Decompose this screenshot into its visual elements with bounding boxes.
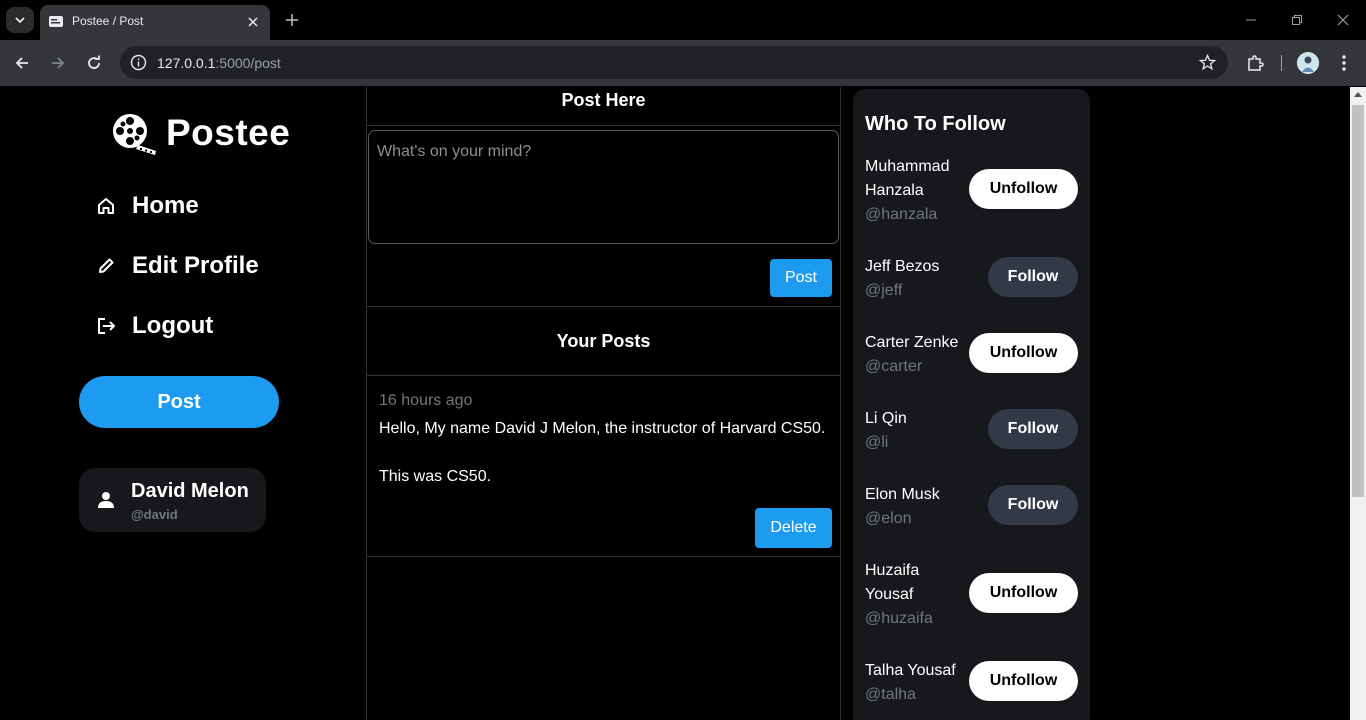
user-icon	[98, 492, 114, 508]
nav-home-label: Home	[132, 192, 199, 219]
plus-icon	[286, 14, 298, 26]
suggestion-name: Carter Zenke	[865, 334, 959, 351]
page: Postee Home Edit Profile Logout Post Dav…	[0, 87, 1350, 720]
suggestion-handle: @huzaifa	[865, 610, 933, 627]
toolbar-separator	[1281, 55, 1282, 71]
close-icon	[1337, 14, 1349, 26]
minimize-button[interactable]	[1243, 12, 1259, 28]
nav-edit-profile-label: Edit Profile	[132, 252, 259, 279]
nav-home[interactable]: Home	[94, 186, 199, 226]
who-to-follow-panel: Who To Follow Muhammad Hanzala @hanzala …	[853, 89, 1090, 720]
film-reel-logo-icon	[113, 114, 156, 155]
puzzle-icon	[1248, 55, 1264, 71]
user-card[interactable]: David Melon @david	[79, 468, 266, 532]
suggestion-handle: @carter	[865, 358, 923, 375]
suggestion-handle: @li	[865, 434, 889, 451]
user-name: David Melon	[131, 480, 249, 502]
back-button[interactable]	[12, 53, 32, 73]
profile-avatar[interactable]	[1297, 52, 1319, 74]
divider	[367, 556, 840, 557]
compose-heading: Post Here	[367, 87, 840, 126]
delete-post-button[interactable]: Delete	[755, 508, 832, 548]
reload-button[interactable]	[84, 53, 104, 73]
url-host: 127.0.0.1	[157, 55, 216, 71]
film-reel-icon	[49, 16, 63, 27]
pencil-icon	[94, 254, 118, 278]
suggestion-name: Huzaifa	[865, 562, 920, 579]
close-icon	[248, 17, 258, 27]
post-text: Hello, My name David J Melon, the instru…	[379, 420, 826, 437]
post-text: This was CS50.	[379, 468, 492, 485]
avatar-icon	[1297, 52, 1319, 74]
unfollow-button[interactable]: Unfollow	[969, 333, 1078, 373]
suggestion-name: Elon Musk	[865, 486, 940, 503]
nav-logout[interactable]: Logout	[94, 306, 213, 346]
browser-tab-active[interactable]: Postee / Post	[40, 5, 270, 40]
follow-button[interactable]: Follow	[988, 485, 1078, 525]
browser-toolbar: 127.0.0.1:5000/post	[0, 40, 1366, 86]
forward-button[interactable]	[48, 53, 68, 73]
scrollbar-thumb[interactable]	[1352, 105, 1364, 497]
suggestion-name: Talha Yousaf	[865, 662, 956, 679]
suggestion-handle: @hanzala	[865, 206, 938, 223]
minimize-icon	[1246, 19, 1256, 21]
window-close-button[interactable]	[1335, 12, 1351, 28]
suggestion-handle: @elon	[865, 510, 912, 527]
compose-textarea[interactable]	[368, 130, 839, 244]
suggestion-name: Hanzala	[865, 182, 924, 199]
nav-edit-profile[interactable]: Edit Profile	[94, 246, 259, 286]
restore-button[interactable]	[1289, 12, 1305, 28]
new-tab-button[interactable]	[283, 11, 301, 29]
home-icon	[94, 194, 118, 218]
suggestion-name: Yousaf	[865, 586, 914, 603]
kebab-menu-icon	[1342, 55, 1346, 71]
reload-icon	[88, 55, 100, 69]
suggestion-name: Jeff Bezos	[865, 258, 940, 275]
chevron-down-icon	[15, 17, 25, 24]
arrow-right-icon	[52, 57, 65, 69]
suggestion-name: Muhammad	[865, 158, 950, 175]
suggestion-name: Li Qin	[865, 410, 907, 427]
url-text: 127.0.0.1:5000/post	[157, 55, 281, 71]
follow-button[interactable]: Follow	[988, 409, 1078, 449]
tab-close-button[interactable]	[244, 13, 262, 31]
url-path: :5000/post	[215, 55, 281, 71]
logout-icon	[94, 314, 118, 338]
logo-text: Postee	[166, 112, 291, 153]
tab-search-button[interactable]	[6, 7, 34, 33]
compose-post-button[interactable]: Post	[770, 259, 832, 297]
browser-menu-button[interactable]	[1334, 53, 1354, 73]
unfollow-button[interactable]: Unfollow	[969, 169, 1078, 209]
nav-logout-label: Logout	[132, 312, 214, 339]
user-handle: @david	[131, 507, 178, 522]
browser-tab-bar: Postee / Post	[0, 0, 1366, 40]
your-posts-heading: Your Posts	[556, 331, 651, 351]
post-timestamp: 16 hours ago	[379, 392, 473, 409]
who-to-follow-title: Who To Follow	[865, 113, 1006, 135]
logo[interactable]: Postee	[108, 109, 290, 157]
follow-button[interactable]: Follow	[988, 257, 1078, 297]
unfollow-button[interactable]: Unfollow	[969, 573, 1078, 613]
address-bar[interactable]: 127.0.0.1:5000/post	[120, 46, 1228, 79]
unfollow-button[interactable]: Unfollow	[969, 661, 1078, 701]
sidebar-post-button[interactable]: Post	[79, 376, 279, 428]
info-icon[interactable]	[130, 54, 147, 71]
restore-icon	[1292, 15, 1302, 25]
tab-title: Postee / Post	[72, 14, 144, 28]
scroll-up-arrow-icon[interactable]	[1354, 92, 1362, 97]
arrow-left-icon	[15, 57, 28, 69]
divider	[367, 306, 840, 307]
star-icon[interactable]	[1199, 54, 1216, 71]
extensions-button[interactable]	[1245, 53, 1265, 73]
page-scrollbar[interactable]	[1350, 87, 1366, 720]
divider	[367, 375, 840, 376]
main-column: Post Here Post Your Posts 16 hours ago H…	[366, 87, 841, 720]
suggestion-handle: @jeff	[865, 282, 903, 299]
suggestion-handle: @talha	[865, 686, 916, 703]
